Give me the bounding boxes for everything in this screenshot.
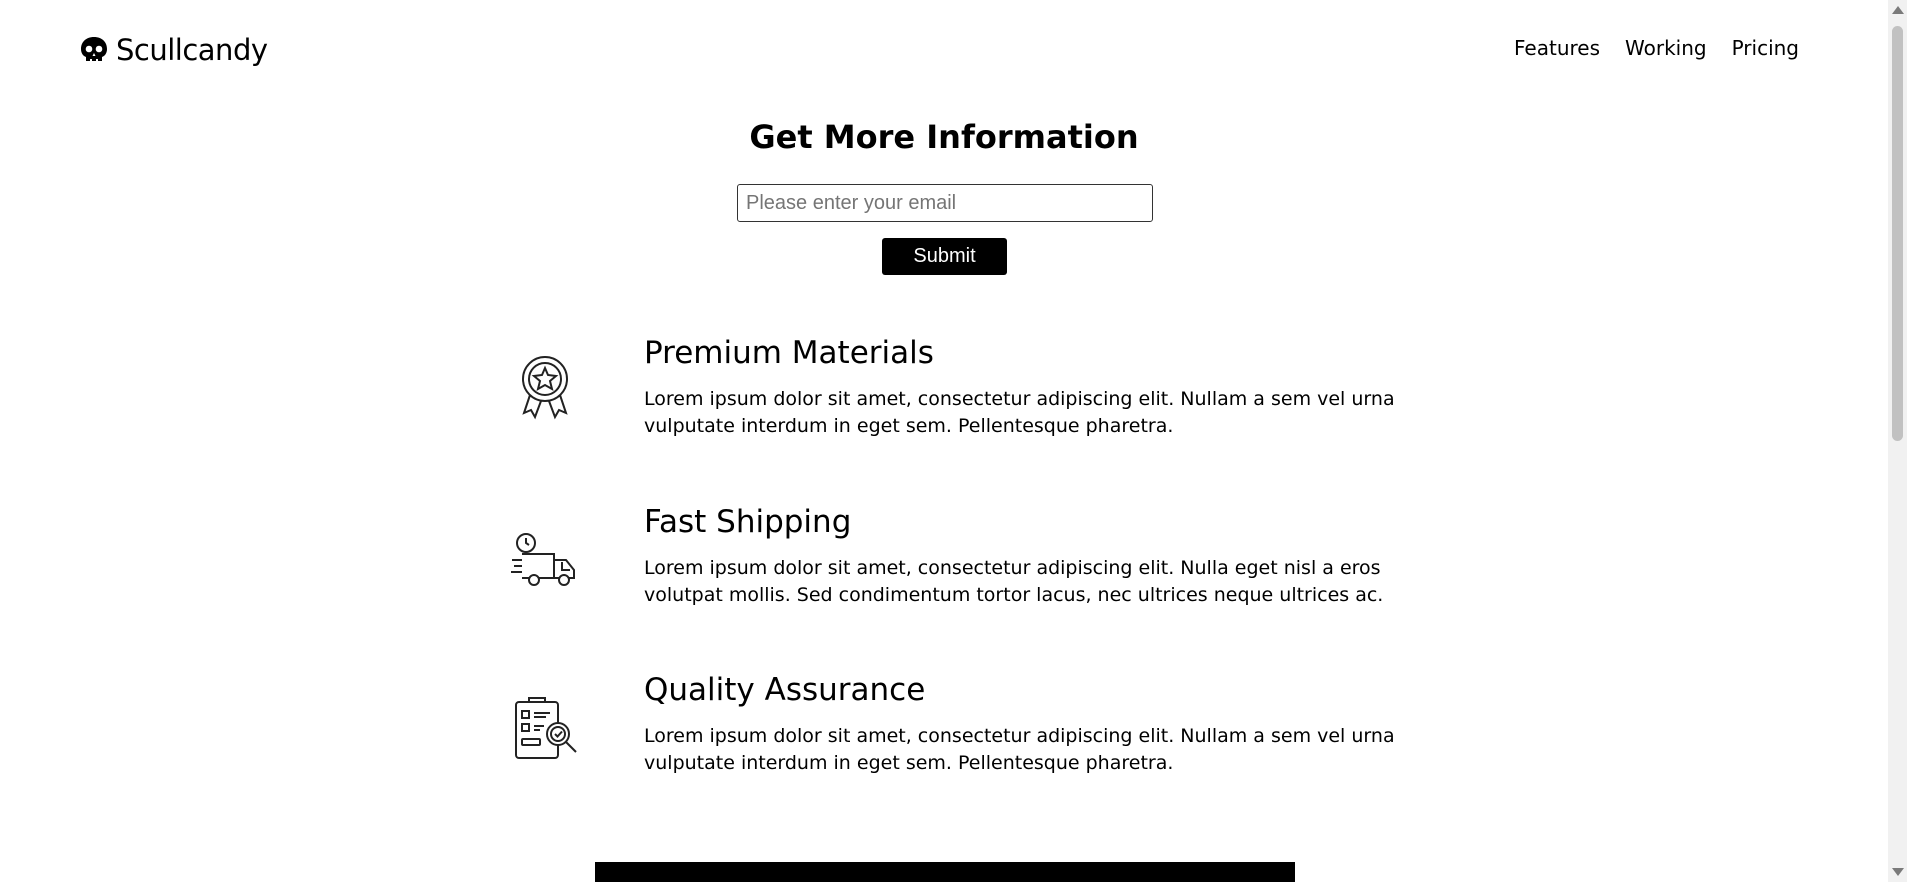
info-form-section: Get More Information <box>0 118 1888 156</box>
feature-title: Quality Assurance <box>644 672 926 708</box>
email-input[interactable] <box>737 184 1153 222</box>
vertical-scrollbar[interactable] <box>1888 0 1907 882</box>
nav-link-features[interactable]: Features <box>1514 36 1600 60</box>
hero-title: Get More Information <box>749 118 1139 156</box>
scroll-up-icon[interactable] <box>1892 6 1904 14</box>
feature-description: Lorem ipsum dolor sit amet, consectetur … <box>644 557 1384 606</box>
main-nav: Features Working Pricing <box>1514 36 1799 60</box>
skull-icon <box>81 37 107 61</box>
submit-button[interactable]: Submit <box>882 238 1007 275</box>
scroll-down-icon[interactable] <box>1892 868 1904 876</box>
nav-link-pricing[interactable]: Pricing <box>1732 36 1799 60</box>
video-section-edge <box>595 862 1295 882</box>
feature-description: Lorem ipsum dolor sit amet, consectetur … <box>644 388 1395 437</box>
brand-logo[interactable]: Scullcandy <box>78 30 268 70</box>
award-ribbon-icon <box>522 356 568 420</box>
delivery-truck-icon <box>511 533 575 586</box>
feature-title: Premium Materials <box>644 335 934 371</box>
nav-link-working[interactable]: Working <box>1625 36 1707 60</box>
feature-title: Fast Shipping <box>644 504 852 540</box>
site-header: Scullcandy Features Working Pricing <box>0 0 1888 100</box>
clipboard-check-icon <box>515 697 577 759</box>
brand-name: Scullcandy <box>116 33 268 67</box>
feature-description: Lorem ipsum dolor sit amet, consectetur … <box>644 725 1395 774</box>
scrollbar-thumb[interactable] <box>1892 26 1903 441</box>
